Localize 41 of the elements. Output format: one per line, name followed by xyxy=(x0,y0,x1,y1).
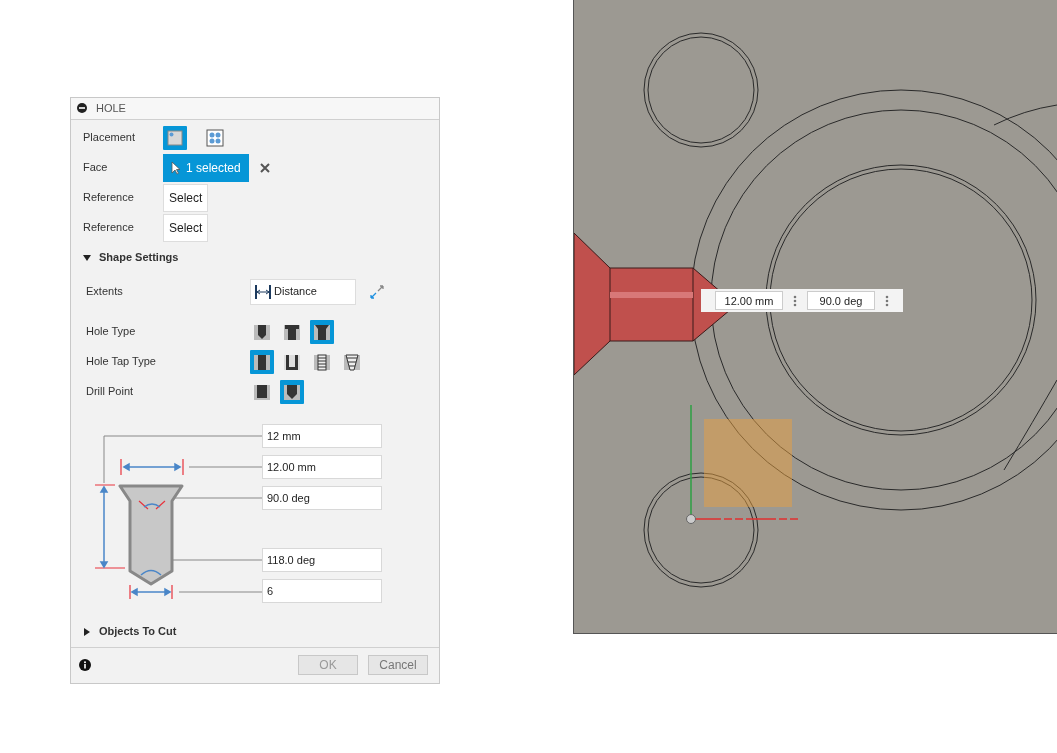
double-arrow-icon xyxy=(370,284,384,299)
caret-right-icon xyxy=(83,627,91,636)
field-label: Placement xyxy=(83,130,136,146)
cursor-icon xyxy=(171,160,181,175)
more-options-icon[interactable] xyxy=(885,294,889,307)
single-hole-icon xyxy=(165,127,185,148)
flip-direction-button[interactable] xyxy=(370,284,384,299)
field-label: Face xyxy=(83,160,109,176)
field-label: Reference xyxy=(83,220,135,236)
dimension-field[interactable]: 118.0 deg xyxy=(262,547,382,572)
threaded-hole-icon xyxy=(312,351,332,372)
field-label: Hole Tap Type xyxy=(85,354,157,370)
section-header[interactable]: Shape Settings xyxy=(83,242,439,273)
close-icon xyxy=(259,162,270,173)
dialog-title: HOLE xyxy=(96,101,126,117)
collapse-icon[interactable] xyxy=(77,103,87,114)
measurement-field[interactable]: 90.0 deg xyxy=(807,291,875,310)
caret-down-icon xyxy=(83,253,91,262)
select-button[interactable]: Select xyxy=(163,183,209,212)
info-icon[interactable] xyxy=(79,659,91,672)
extents-dropdown[interactable]: Distance xyxy=(250,278,356,305)
field-label: Drill Point xyxy=(85,384,135,400)
clear-button[interactable] xyxy=(258,161,271,174)
more-options-icon[interactable] xyxy=(793,294,797,307)
field-label: Hole Type xyxy=(85,324,137,340)
dimension-field[interactable]: 12 mm xyxy=(262,423,382,448)
measurement-field[interactable]: 12.00 mm xyxy=(715,291,783,310)
tapered-thread-icon xyxy=(342,351,362,372)
field-label: Reference xyxy=(83,190,135,206)
hole-grid-icon xyxy=(205,127,225,148)
dimension-field[interactable]: 6 xyxy=(262,578,382,603)
field-label: Extents xyxy=(85,284,124,300)
dimension-field[interactable]: 12.00 mm xyxy=(262,454,382,479)
option-button[interactable] xyxy=(310,319,334,344)
section-header[interactable]: Objects To Cut xyxy=(83,616,439,647)
option-button[interactable] xyxy=(280,379,304,404)
cancel-button[interactable]: Cancel xyxy=(368,655,428,676)
distance-icon xyxy=(255,284,271,299)
dimension-field[interactable]: 90.0 deg xyxy=(262,485,382,510)
select-button[interactable]: Select xyxy=(163,213,209,242)
option-button[interactable] xyxy=(250,349,274,374)
